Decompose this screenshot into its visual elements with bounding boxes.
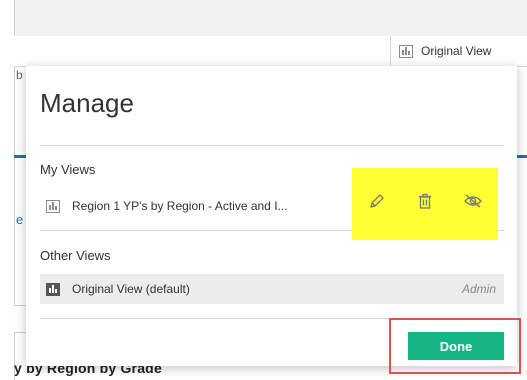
original-view-label: Original View — [421, 44, 492, 58]
background-text-fragment: e — [16, 212, 24, 227]
bar-chart-icon — [399, 44, 413, 58]
done-button[interactable]: Done — [408, 332, 504, 360]
bar-chart-icon — [46, 282, 60, 296]
my-view-name: Region 1 YP's by Region - Active and I..… — [72, 199, 288, 213]
owner-label: Admin — [461, 282, 496, 296]
background-text-fragment: b — [16, 68, 23, 82]
background-accent-line — [14, 155, 26, 158]
original-view-button[interactable]: Original View — [390, 36, 527, 66]
my-views-label: My Views — [40, 162, 96, 177]
left-panel-edge — [0, 0, 15, 380]
trash-icon[interactable] — [414, 190, 436, 212]
divider — [40, 145, 504, 146]
other-views-label: Other Views — [40, 248, 111, 263]
other-view-name: Original View (default) — [72, 282, 190, 296]
dialog-title: Manage — [40, 88, 134, 118]
eye-slash-icon[interactable] — [462, 190, 484, 212]
pencil-icon[interactable] — [366, 190, 388, 212]
top-bar — [0, 0, 527, 37]
bar-chart-icon — [46, 199, 60, 213]
other-view-row[interactable]: Original View (default) Admin — [40, 274, 504, 304]
